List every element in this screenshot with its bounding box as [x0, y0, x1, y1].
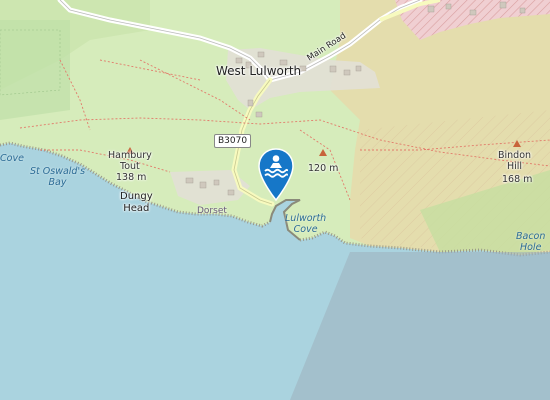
hambury-tout-elevation: 138 m — [116, 172, 147, 183]
cove-left-label: Cove — [0, 153, 24, 164]
bacon-hole-label: Bacon Hole — [516, 231, 546, 253]
elevation-120-label: 120 m — [308, 163, 339, 174]
road-shield-b3070: B3070 — [214, 134, 252, 148]
lulworth-cove-label: Lulworth Cove — [285, 213, 327, 235]
bindon-hill-label: Bindon Hill — [498, 150, 532, 172]
map-canvas[interactable]: West Lulworth Main Road B3070 Hambury To… — [0, 0, 550, 400]
bindon-hill-elevation: 168 m — [502, 174, 533, 185]
swimming-marker-icon[interactable] — [256, 146, 296, 202]
sea-shade — [290, 252, 550, 400]
hambury-tout-label: Hambury Tout — [108, 150, 152, 172]
dungy-head-label: Dungy Head — [120, 191, 153, 214]
st-oswalds-bay-label: St Oswald's Bay — [30, 166, 86, 188]
town-label: West Lulworth — [216, 64, 302, 78]
dorset-label: Dorset — [197, 206, 227, 216]
